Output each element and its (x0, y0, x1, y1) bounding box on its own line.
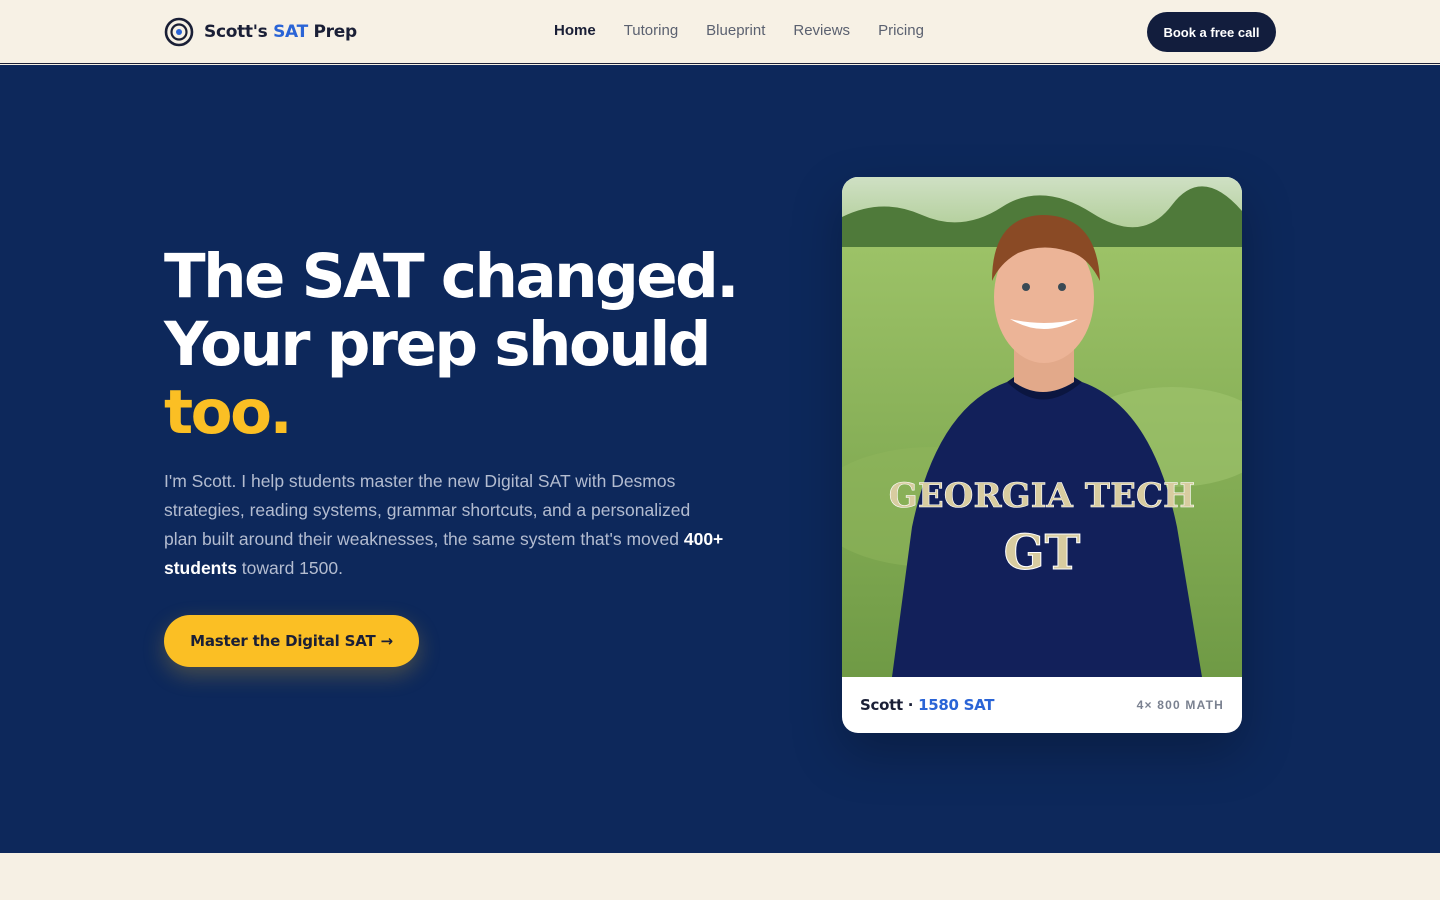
profile-label: Scott · 1580 SAT (860, 696, 994, 714)
profile-name: Scott · (860, 696, 914, 714)
nav-pricing[interactable]: Pricing (878, 22, 924, 39)
headline-line-3: too. (164, 377, 293, 448)
shirt-text: GEORGIA TECH (889, 476, 1195, 516)
master-sat-button[interactable]: Master the Digital SAT → (164, 615, 419, 667)
profile-card: GEORGIA TECH GT Scott · 1580 SAT 4× 800 … (842, 177, 1242, 733)
book-call-button[interactable]: Book a free call (1147, 12, 1276, 52)
nav-tutoring[interactable]: Tutoring (624, 22, 678, 39)
headline-line-1: The SAT changed. (164, 241, 739, 312)
nav-blueprint[interactable]: Blueprint (706, 22, 765, 39)
brand-logo-link[interactable]: Scott's SAT Prep (164, 17, 357, 47)
top-navbar: Scott's SAT Prep Home Tutoring Blueprint… (0, 0, 1440, 64)
brand-name: Scott's SAT Prep (204, 22, 357, 42)
math-badge: 4× 800 MATH (1136, 698, 1224, 712)
profile-caption: Scott · 1580 SAT 4× 800 MATH (842, 677, 1242, 733)
main-nav: Home Tutoring Blueprint Reviews Pricing (554, 22, 924, 39)
nav-reviews[interactable]: Reviews (793, 22, 850, 39)
hero-section: The SAT changed. Your prep should too. I… (0, 65, 1440, 853)
hero-description: I'm Scott. I help students master the ne… (164, 471, 724, 578)
profile-score: 1580 SAT (918, 696, 995, 714)
headline-line-2: Your prep should (164, 309, 711, 380)
student-portrait: GEORGIA TECH GT (842, 177, 1242, 677)
nav-home[interactable]: Home (554, 22, 596, 39)
target-icon (164, 17, 194, 47)
shirt-logo: GT (1004, 525, 1081, 581)
brand-accent: SAT (273, 22, 308, 42)
hero-headline: The SAT changed. Your prep should too. (164, 243, 764, 447)
